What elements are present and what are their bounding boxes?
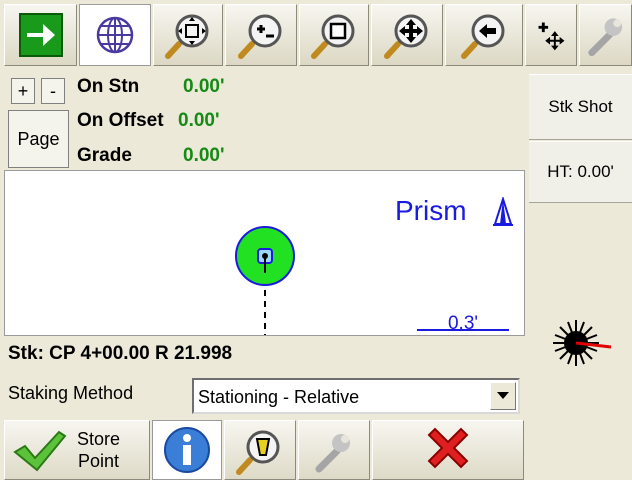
map-view[interactable]: Prism 0.3' bbox=[4, 170, 525, 336]
chevron-down-icon bbox=[497, 392, 509, 399]
laser-target-icon bbox=[553, 320, 612, 366]
settings-button[interactable] bbox=[579, 4, 632, 66]
prism-icon bbox=[493, 197, 513, 226]
go-button[interactable] bbox=[4, 4, 77, 66]
stake-marker-icon bbox=[236, 430, 280, 475]
tools-button[interactable] bbox=[298, 420, 370, 480]
grade-label: Grade bbox=[77, 145, 132, 166]
page-button[interactable]: Page bbox=[8, 110, 69, 168]
add-point-icon bbox=[538, 22, 565, 51]
zoom-window-button[interactable] bbox=[299, 4, 369, 66]
scale-bar bbox=[417, 329, 509, 331]
go-arrow-icon bbox=[18, 13, 63, 57]
zoom-plus-button[interactable]: + bbox=[11, 78, 35, 104]
on-offset-label: On Offset bbox=[77, 110, 164, 131]
zoom-previous-button[interactable] bbox=[445, 4, 523, 66]
zoom-stake-button[interactable] bbox=[224, 420, 296, 480]
checkmark-icon bbox=[13, 430, 67, 472]
staking-method-select[interactable]: Stationing - Relative bbox=[192, 378, 520, 414]
store-point-button[interactable]: Store Point bbox=[4, 420, 150, 480]
prism-label: Prism bbox=[395, 195, 467, 226]
cancel-button[interactable] bbox=[372, 420, 524, 480]
zoom-extents-button[interactable] bbox=[153, 4, 223, 66]
stake-description: Stk: CP 4+00.00 R 21.998 bbox=[8, 343, 233, 364]
height-button[interactable]: HT: 0.00' bbox=[529, 141, 632, 203]
on-offset-value: 0.00' bbox=[178, 110, 220, 131]
dropdown-button[interactable] bbox=[490, 382, 516, 410]
zoom-in-out-button[interactable] bbox=[225, 4, 297, 66]
zoom-in-out-icon bbox=[238, 14, 282, 59]
pan-icon bbox=[384, 14, 428, 59]
grade-value: 0.00' bbox=[183, 145, 225, 166]
stake-shot-button[interactable]: Stk Shot bbox=[529, 74, 632, 140]
info-button[interactable] bbox=[152, 420, 222, 480]
zoom-minus-button[interactable]: - bbox=[41, 78, 65, 104]
store-label-line1: Store bbox=[77, 429, 121, 449]
wrench-icon bbox=[588, 18, 623, 57]
globe-view-button[interactable] bbox=[79, 4, 151, 66]
zoom-extents-icon bbox=[165, 14, 209, 59]
store-label-line2: Point bbox=[78, 451, 120, 471]
wrench-icon bbox=[315, 434, 350, 473]
add-point-button[interactable] bbox=[525, 4, 577, 66]
close-icon bbox=[427, 427, 469, 469]
staking-method-label: Staking Method bbox=[8, 383, 134, 403]
stake-target bbox=[235, 226, 295, 335]
on-station-value: 0.00' bbox=[183, 76, 225, 97]
staking-method-value: Stationing - Relative bbox=[198, 387, 360, 407]
on-station-label: On Stn bbox=[77, 76, 140, 97]
zoom-previous-icon bbox=[461, 14, 505, 59]
scale-bar-label: 0.3' bbox=[447, 313, 479, 334]
instrument-status-panel bbox=[529, 204, 632, 480]
globe-icon bbox=[96, 16, 134, 54]
info-icon bbox=[164, 427, 210, 473]
zoom-window-icon bbox=[311, 14, 355, 59]
pan-button[interactable] bbox=[371, 4, 443, 66]
